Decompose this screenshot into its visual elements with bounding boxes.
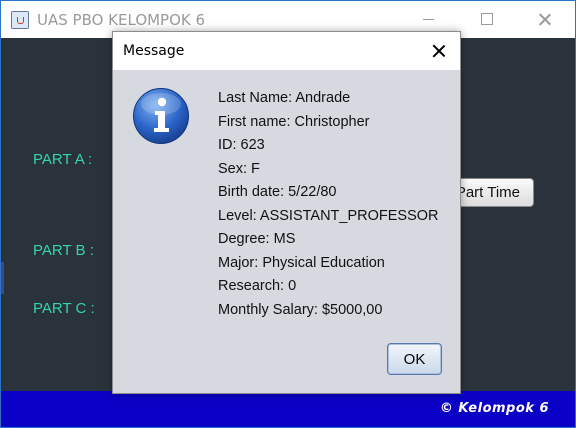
message-line: Degree: MS: [218, 231, 296, 247]
close-icon: [433, 44, 445, 56]
info-icon: [133, 88, 189, 144]
message-line: First name: Christopher: [218, 113, 370, 130]
message-text: Last Name: Andrade First name: Christoph…: [218, 90, 439, 325]
part-b-label: PART B :: [33, 242, 94, 259]
java-cup-icon: [11, 11, 29, 29]
dialog-title-bar: Message: [113, 32, 460, 70]
maximize-button[interactable]: [457, 1, 515, 38]
message-line: Sex: F: [218, 160, 260, 177]
close-button[interactable]: [515, 1, 573, 38]
window-title: UAS PBO KELOMPOK 6: [37, 11, 206, 29]
ok-button[interactable]: OK: [387, 343, 442, 375]
message-line: Last Name: Andrade: [218, 90, 351, 106]
part-a-label: PART A :: [33, 151, 93, 168]
dialog-title: Message: [123, 43, 185, 59]
message-dialog: Message Last Name: Andrade First name: C…: [112, 31, 461, 394]
message-line: Birth date: 5/22/80: [218, 184, 337, 200]
message-line: Level: ASSISTANT_PROFESSOR: [218, 207, 439, 224]
side-accent: [1, 262, 4, 294]
message-line: Major: Physical Education: [218, 254, 385, 271]
footer-bar: © Kelompok 6: [1, 391, 575, 427]
close-icon: [539, 13, 551, 25]
message-line: Monthly Salary: $5000,00: [218, 301, 383, 318]
part-c-label: PART C :: [33, 300, 95, 317]
message-line: Research: 0: [218, 278, 297, 294]
footer-text: © Kelompok 6: [439, 401, 549, 416]
dialog-close-button[interactable]: [416, 32, 460, 70]
message-line: ID: 623: [218, 137, 265, 153]
